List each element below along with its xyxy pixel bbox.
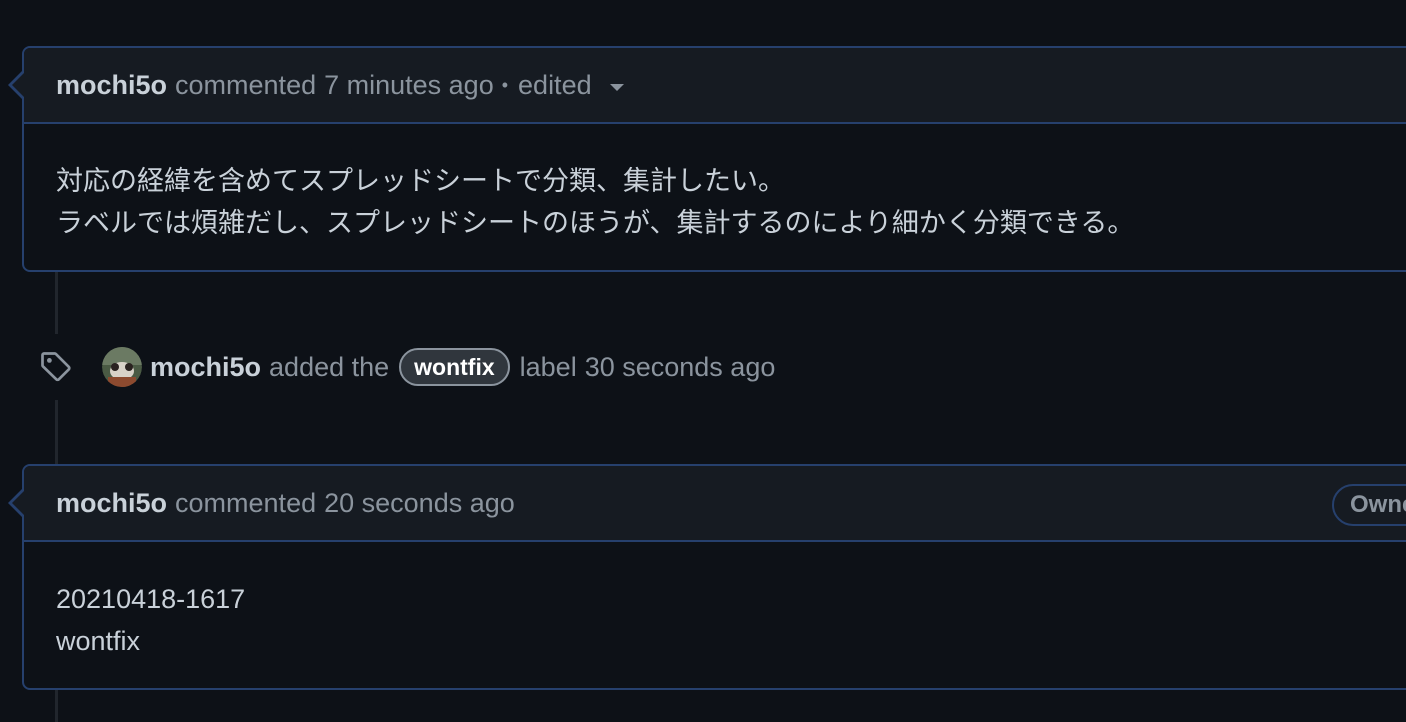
comment-card: mochi5o commented 7 minutes ago • edited… — [8, 46, 1406, 272]
timeline-line — [55, 400, 58, 464]
comment-action: commented — [175, 69, 317, 100]
edited-label: edited — [518, 69, 592, 100]
comment-action: commented — [175, 487, 317, 518]
comment-body-line: 対応の経緯を含めてスプレッドシートで分類、集計したい。 — [56, 166, 785, 196]
separator-dot: • — [501, 74, 509, 95]
comment-timestamp-link[interactable]: 20 seconds ago — [324, 488, 515, 519]
comment-author-link[interactable]: mochi5o — [56, 70, 167, 101]
comment-card: mochi5o commented 20 seconds ago Owne 20… — [8, 464, 1406, 690]
comment-header: mochi5o commented 7 minutes ago • edited — [24, 48, 1406, 124]
issue-timeline: mochi5o commented 7 minutes ago • edited… — [0, 0, 1406, 722]
comment-body-line: wontfix — [56, 626, 141, 656]
comment-author-link[interactable]: mochi5o — [56, 488, 167, 519]
comment-body: 20210418-1617 wontfix — [24, 542, 1406, 662]
timeline-line — [55, 690, 58, 722]
event-author-link[interactable]: mochi5o — [150, 352, 261, 383]
tag-icon — [41, 352, 71, 382]
event-text: label — [519, 351, 577, 382]
comment-timestamp-link[interactable]: 7 minutes ago — [324, 70, 494, 101]
comment-pointer — [12, 491, 24, 515]
label-event: mochi5o added the wontfix label 30 secon… — [38, 340, 775, 394]
timeline-line — [55, 272, 58, 334]
owner-badge: Owne — [1332, 484, 1406, 526]
label-badge-wontfix[interactable]: wontfix — [399, 348, 510, 386]
caret-down-icon — [609, 83, 624, 91]
comment-body: 対応の経緯を含めてスプレッドシートで分類、集計したい。 ラベルでは煩雑だし、スプ… — [24, 124, 1406, 244]
comment-body-line: ラベルでは煩雑だし、スプレッドシートのほうが、集計するのにより細かく分類できる。 — [56, 208, 1135, 238]
comment-body-line: 20210418-1617 — [56, 584, 246, 614]
comment-header: mochi5o commented 20 seconds ago — [24, 466, 1406, 542]
event-text: added the — [269, 351, 390, 382]
comment-pointer — [12, 73, 24, 97]
event-timestamp-link[interactable]: 30 seconds ago — [585, 352, 776, 383]
avatar[interactable] — [102, 347, 142, 387]
edited-dropdown[interactable]: edited — [518, 70, 624, 101]
